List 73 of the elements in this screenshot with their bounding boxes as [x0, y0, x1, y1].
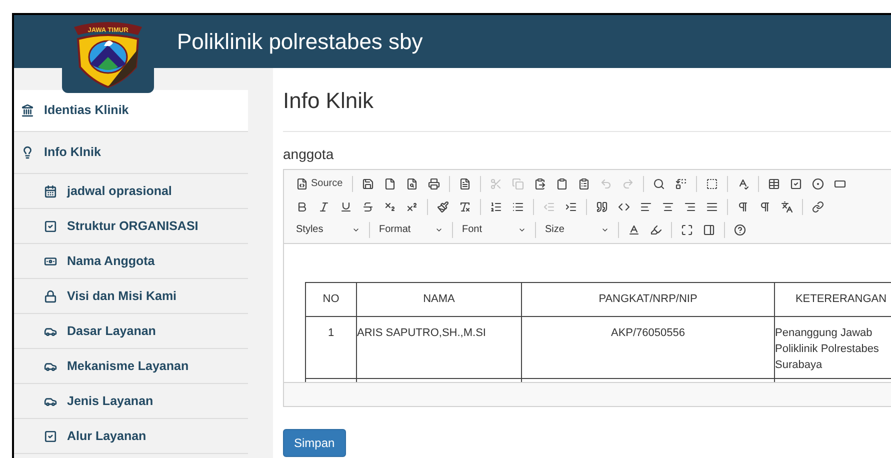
- table-cell: ARIS SAPUTRO,SH.,M.SI: [356, 316, 522, 378]
- lightbulb-icon: [21, 146, 34, 159]
- table-cell: AKP/76050556: [522, 316, 774, 378]
- bank-icon: [21, 104, 34, 117]
- maximize-icon: [681, 224, 693, 236]
- help-icon: [734, 224, 746, 236]
- bold-icon: [296, 200, 308, 212]
- save-button[interactable]: Simpan: [283, 429, 346, 457]
- quote-icon: [596, 200, 608, 212]
- text-color-icon: [628, 224, 640, 236]
- outdent-icon: [543, 200, 555, 212]
- redo-icon: [622, 178, 634, 190]
- source-button[interactable]: Source: [292, 174, 347, 194]
- form-icon: [768, 178, 780, 190]
- radio-icon: [812, 178, 824, 190]
- lock-icon: [44, 290, 57, 302]
- banknote-icon: [44, 254, 57, 268]
- spellcheck-icon: [736, 178, 749, 190]
- show-blocks-icon: [703, 224, 715, 236]
- align-center-icon: [662, 200, 674, 212]
- checkbox-icon: [790, 178, 802, 190]
- pilcrow-icon: [759, 200, 771, 212]
- language-icon: [781, 200, 793, 212]
- page-title: Info Klnik: [283, 87, 374, 115]
- table-cell: 1: [306, 316, 356, 378]
- div-icon: [618, 200, 630, 212]
- sidebar-item[interactable]: Identias Klinik: [14, 90, 248, 132]
- dropdown-button[interactable]: Format: [375, 222, 447, 237]
- paintbrush-icon: [437, 200, 449, 212]
- rich-text-editor[interactable]: Source Styles Format Font Size NO NAMA PANGKAT/NRP/NIP KETERERANGAN 1 ARIS SAPUTRO,SH.,M.SI AKP/76050556 Penanggung Jawab Poliklinik Polrestabes Surabaya: [283, 169, 891, 407]
- new-page-icon: [384, 178, 396, 190]
- checkbox-icon: [44, 430, 57, 442]
- dropdown-button[interactable]: Font: [458, 222, 530, 237]
- search-icon: [652, 178, 665, 190]
- align-right-icon: [684, 200, 696, 212]
- app-title: Poliklinik polrestabes sby: [177, 28, 423, 56]
- link-icon: [812, 200, 824, 212]
- pilcrow-icon: [737, 200, 749, 212]
- preview-icon: [406, 178, 418, 190]
- italic-icon: [318, 200, 330, 212]
- editor-content[interactable]: NO NAMA PANGKAT/NRP/NIP KETERERANGAN 1 ARIS SAPUTRO,SH.,M.SI AKP/76050556 Penanggung Jawab Poliklinik Polrestabes Surabaya: [284, 244, 891, 382]
- text-field-icon: [834, 178, 846, 190]
- cut-icon: [490, 178, 502, 190]
- checkbox-icon: [44, 220, 57, 232]
- align-left-icon: [640, 200, 652, 212]
- calendar-icon: [44, 184, 57, 198]
- paste-word-icon: [578, 178, 590, 190]
- underline-icon: [340, 200, 352, 212]
- replace-icon: [674, 178, 687, 190]
- subscript-icon: [384, 200, 396, 212]
- undo-icon: [600, 178, 612, 190]
- column-header: NAMA: [356, 282, 522, 316]
- dropdown-button[interactable]: Size: [541, 222, 613, 237]
- column-header: KETERERANGAN: [774, 282, 891, 316]
- paste-icon: [534, 178, 546, 190]
- indent-icon: [565, 200, 577, 212]
- dropdown-button[interactable]: Styles: [292, 222, 364, 237]
- print-icon: [428, 178, 440, 190]
- highlighter-icon: [650, 224, 662, 236]
- column-header: PANGKAT/NRP/NIP: [522, 282, 774, 316]
- source-icon: [296, 178, 308, 190]
- field-label: anggota: [283, 145, 335, 164]
- superscript-icon: [406, 200, 418, 212]
- paste-text-icon: [556, 178, 568, 190]
- column-header: NO: [306, 282, 356, 316]
- remove-format-icon: [459, 200, 471, 212]
- copy-icon: [512, 178, 524, 190]
- justify-icon: [706, 200, 718, 212]
- save-icon: [362, 178, 374, 190]
- numbered-list-icon: [490, 200, 502, 212]
- strikethrough-icon: [362, 200, 374, 212]
- template-icon: [458, 178, 471, 190]
- select-all-icon: [706, 178, 718, 190]
